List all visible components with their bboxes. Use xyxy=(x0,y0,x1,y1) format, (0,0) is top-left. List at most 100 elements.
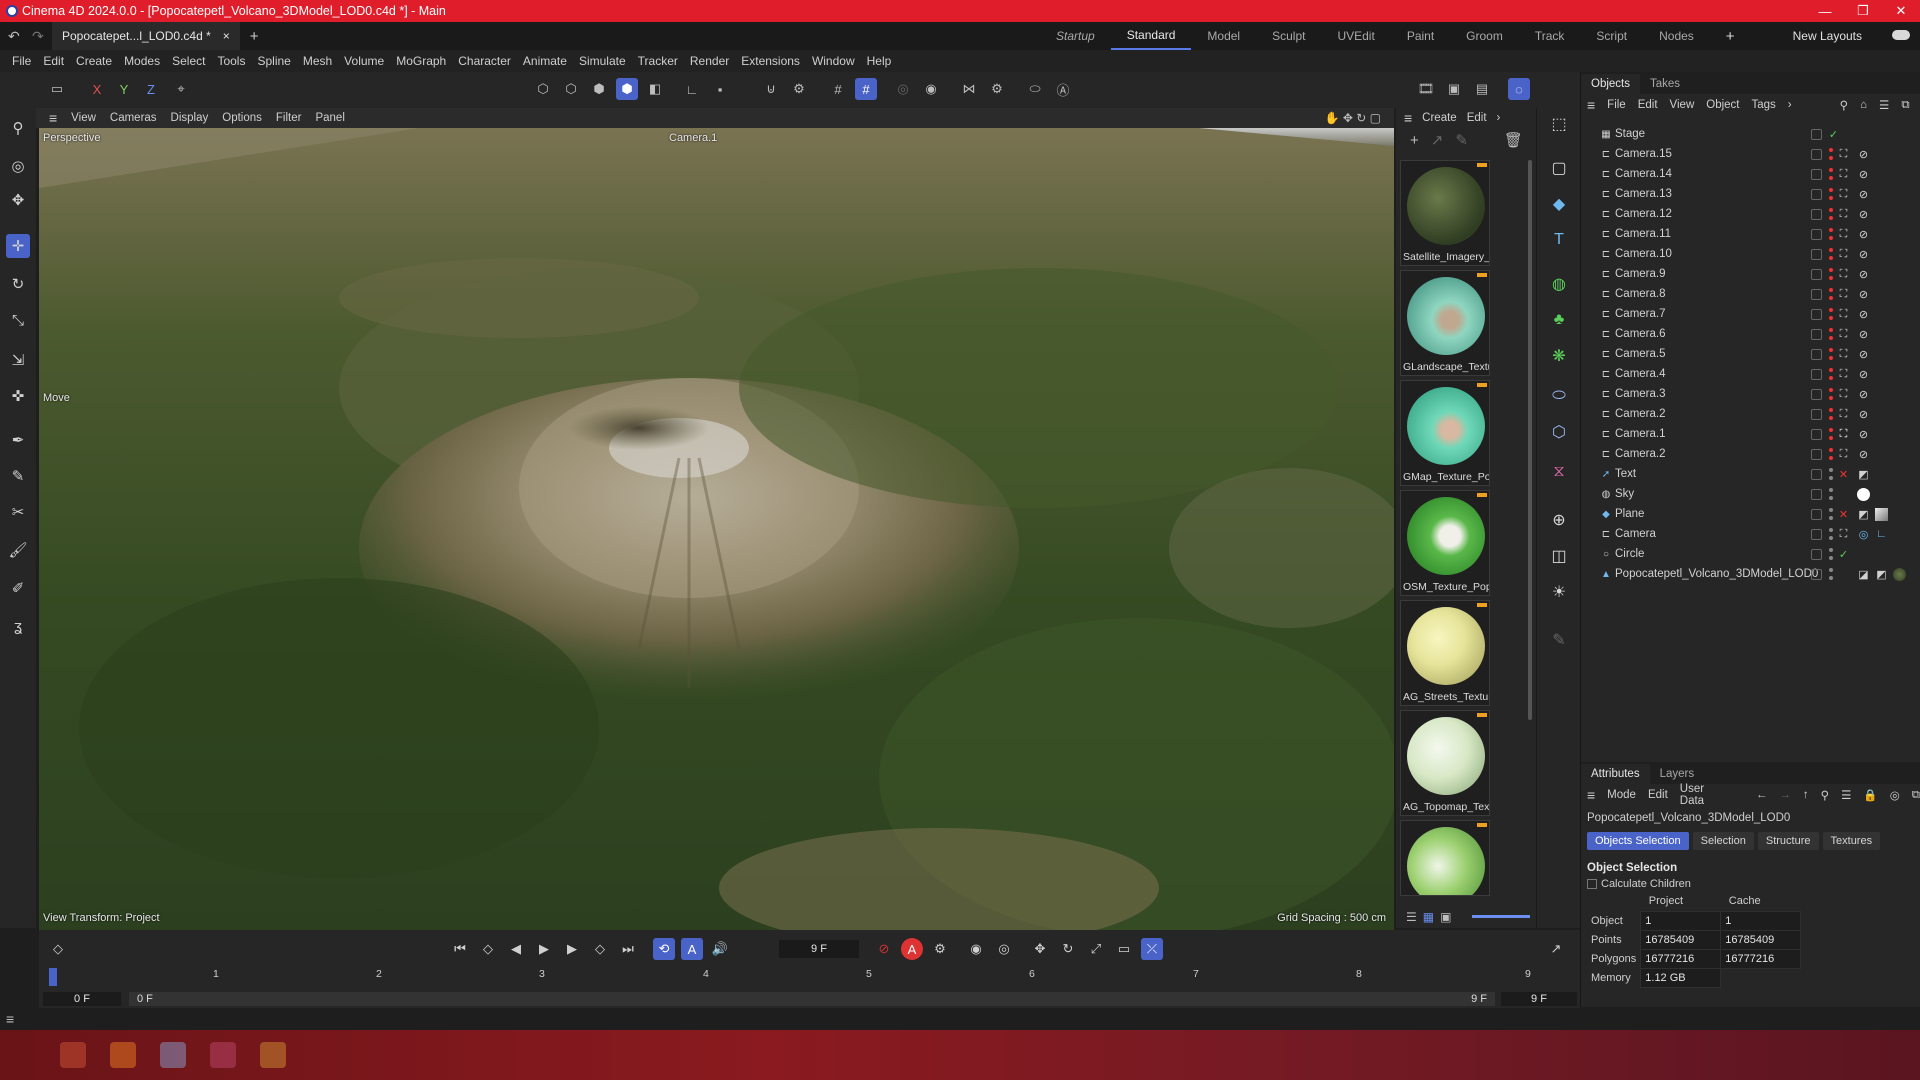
menu-select[interactable]: Select xyxy=(166,54,211,68)
menu-help[interactable]: Help xyxy=(861,54,898,68)
key-settings-icon[interactable]: ⚙ xyxy=(929,938,951,960)
protection-tag-icon[interactable]: ⊘ xyxy=(1857,288,1870,301)
back-arrow-icon[interactable]: ← xyxy=(1756,789,1768,801)
hamburger-icon[interactable]: ≡ xyxy=(1587,97,1595,113)
visibility-dot[interactable] xyxy=(1829,208,1833,212)
layer-checkbox[interactable] xyxy=(1811,128,1822,140)
render-dot[interactable] xyxy=(1829,316,1833,320)
protection-tag-icon[interactable]: ⊘ xyxy=(1857,268,1870,281)
render-dot[interactable] xyxy=(1829,336,1833,340)
edges-mode-icon[interactable]: ⬡ xyxy=(560,78,582,100)
search-icon[interactable]: ⚲ xyxy=(1821,788,1829,802)
camera-tag-icon[interactable]: ⛶ xyxy=(1837,368,1850,381)
layer-checkbox[interactable] xyxy=(1811,148,1822,160)
point-level-icon[interactable]: ⤫ xyxy=(1141,938,1163,960)
object-manager-icon[interactable]: ▭ xyxy=(46,78,68,100)
check-icon[interactable]: ✓ xyxy=(1837,548,1850,561)
uvw-tag-icon[interactable]: ◩ xyxy=(1875,568,1888,581)
protection-tag-icon[interactable]: ⊘ xyxy=(1857,408,1870,421)
effector-icon[interactable]: ❋ xyxy=(1547,344,1571,368)
filter-icon[interactable]: ☰ xyxy=(1841,788,1851,802)
protection-tag-icon[interactable]: ⊘ xyxy=(1857,168,1870,181)
viewport-menu-view[interactable]: View xyxy=(64,112,103,124)
layer-checkbox[interactable] xyxy=(1811,528,1822,540)
object-row-camera[interactable]: ⊏ Camera.6 ⛶ ⊘ xyxy=(1581,324,1920,344)
menu-modes[interactable]: Modes xyxy=(118,54,166,68)
menu-edit[interactable]: Edit xyxy=(37,54,70,68)
object-row-camera[interactable]: ⊏ Camera.14 ⛶ ⊘ xyxy=(1581,164,1920,184)
material-tag-icon[interactable] xyxy=(1893,567,1906,581)
scale-tool-icon[interactable]: ⤡ xyxy=(6,308,30,332)
workplane-icon[interactable]: ◎ xyxy=(892,78,914,100)
render-dot[interactable] xyxy=(1829,576,1833,580)
filter-icon[interactable]: ☰ xyxy=(1879,98,1889,112)
layout-uvedit[interactable]: UVEdit xyxy=(1321,22,1390,50)
tweak-tool-icon[interactable]: ✥ xyxy=(6,188,30,212)
render-dot[interactable] xyxy=(1829,196,1833,200)
visibility-dot[interactable] xyxy=(1829,548,1833,552)
layer-checkbox[interactable] xyxy=(1811,268,1822,280)
material-item[interactable]: Satellite_Imagery_ xyxy=(1400,160,1490,266)
menu-tracker[interactable]: Tracker xyxy=(632,54,684,68)
visibility-dot[interactable] xyxy=(1829,508,1833,512)
menu-animate[interactable]: Animate xyxy=(517,54,573,68)
target-icon[interactable]: ◎ xyxy=(1890,788,1900,802)
camera-tag-icon[interactable]: ⛶ xyxy=(1837,188,1850,201)
camera-tag-icon[interactable]: ⛶ xyxy=(1837,408,1850,421)
material-item[interactable]: OSM_Texture_Pop xyxy=(1400,490,1490,596)
taskbar-app-icon[interactable] xyxy=(210,1042,236,1068)
material-scrollbar[interactable] xyxy=(1528,160,1532,720)
paint-tool-icon[interactable]: ✐ xyxy=(6,576,30,600)
layout-sculpt[interactable]: Sculpt xyxy=(1256,22,1321,50)
layer-checkbox[interactable] xyxy=(1811,468,1822,480)
add-layout-icon[interactable]: + xyxy=(1710,22,1751,50)
select-tool-icon[interactable]: ◎ xyxy=(6,154,30,178)
timeline-graph-icon[interactable]: ↗ xyxy=(1545,938,1567,960)
calculate-children-checkbox[interactable] xyxy=(1587,879,1597,889)
camera-object-icon[interactable]: ◫ xyxy=(1547,544,1571,568)
placement-tool-icon[interactable]: ✜ xyxy=(6,384,30,408)
layer-checkbox[interactable] xyxy=(1811,568,1822,580)
render-dot[interactable] xyxy=(1829,416,1833,420)
snap-grid-active-icon[interactable]: # xyxy=(855,78,877,100)
layer-checkbox[interactable] xyxy=(1811,508,1822,520)
object-row-sky[interactable]: ◍ Sky xyxy=(1581,484,1920,504)
loop-icon[interactable]: ⟲ xyxy=(653,938,675,960)
prev-key-icon[interactable]: ◇ xyxy=(477,938,499,960)
render-dot[interactable] xyxy=(1829,156,1833,160)
rotation-key-icon[interactable]: ↻ xyxy=(1057,938,1079,960)
points-mode-icon[interactable]: ⬡ xyxy=(532,78,554,100)
symmetry-icon[interactable]: ⋈ xyxy=(958,78,980,100)
render-dot[interactable] xyxy=(1829,276,1833,280)
object-row-plane[interactable]: ◆ Plane ✕ ◩ xyxy=(1581,504,1920,524)
camera-tag-icon[interactable]: ⛶ xyxy=(1837,228,1850,241)
viewport-menu-options[interactable]: Options xyxy=(215,112,269,124)
subtab-objects-selection[interactable]: Objects Selection xyxy=(1587,832,1689,850)
pen-icon[interactable]: ✎ xyxy=(1455,131,1468,149)
null-object-icon[interactable]: ▢ xyxy=(1547,156,1571,180)
cube-icon[interactable]: ◆ xyxy=(1547,192,1571,216)
render-dot[interactable] xyxy=(1829,516,1833,520)
y-axis-lock[interactable]: Y xyxy=(113,78,135,100)
autokey-icon[interactable]: A xyxy=(901,938,923,960)
layer-checkbox[interactable] xyxy=(1811,288,1822,300)
object-row-camera[interactable]: ⊏ Camera.2 ⛶ ⊘ xyxy=(1581,404,1920,424)
material-tag-icon[interactable] xyxy=(1875,507,1888,521)
large-view-icon[interactable]: ▣ xyxy=(1440,910,1451,924)
menu-mesh[interactable]: Mesh xyxy=(297,54,338,68)
protection-tag-icon[interactable]: ⊘ xyxy=(1857,208,1870,221)
tab-objects[interactable]: Objects xyxy=(1581,74,1640,94)
object-row-camera[interactable]: ⊏ Camera.4 ⛶ ⊘ xyxy=(1581,364,1920,384)
protection-tag-icon[interactable]: ⊘ xyxy=(1857,188,1870,201)
layer-checkbox[interactable] xyxy=(1811,248,1822,260)
transform-tool-icon[interactable]: ⇲ xyxy=(6,348,30,372)
layer-checkbox[interactable] xyxy=(1811,168,1822,180)
play-icon[interactable]: ▶ xyxy=(533,938,555,960)
sky-material-tag-icon[interactable] xyxy=(1857,487,1870,501)
object-row-camera[interactable]: ⊏ Camera.3 ⛶ ⊘ xyxy=(1581,384,1920,404)
attr-menu-mode[interactable]: Mode xyxy=(1607,789,1636,801)
protection-tag-icon[interactable]: ⊘ xyxy=(1857,388,1870,401)
phong-tag-icon[interactable]: ◪ xyxy=(1857,568,1870,581)
mograph-icon[interactable]: ⧖ xyxy=(1547,460,1571,484)
rotate-tool-icon[interactable]: ↻ xyxy=(6,272,30,296)
